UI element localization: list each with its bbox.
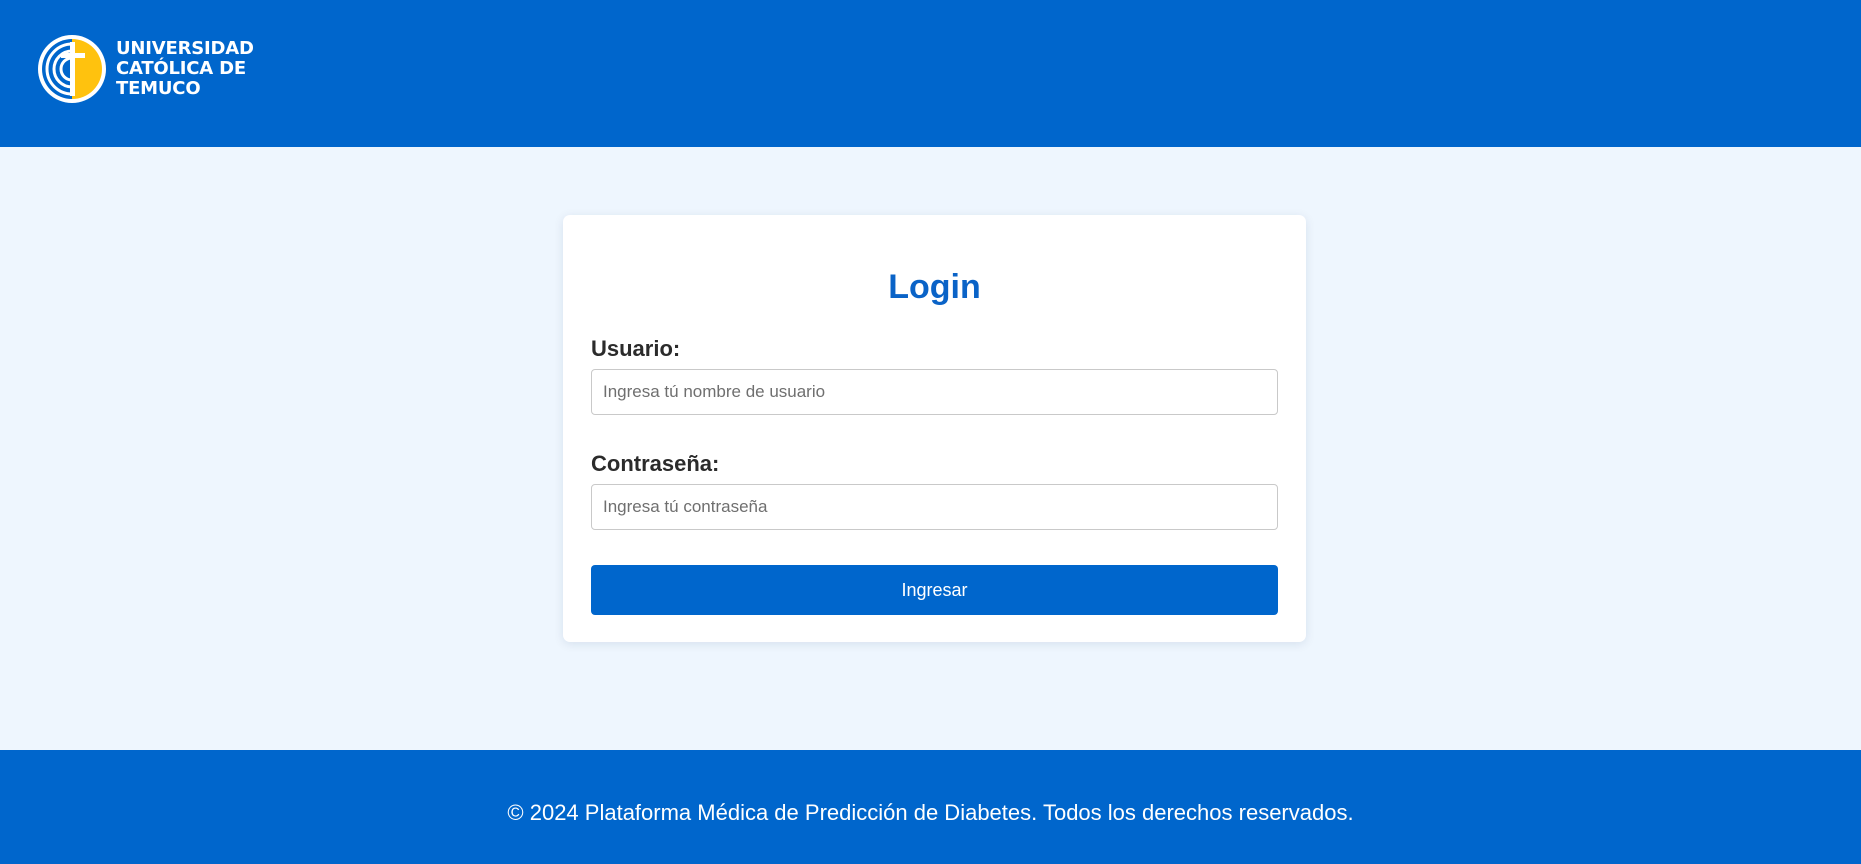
login-submit-button[interactable]: Ingresar xyxy=(591,565,1278,615)
university-name-line-3: TEMUCO xyxy=(116,78,201,99)
university-name-line-1: UNIVERSIDAD xyxy=(116,38,254,59)
login-title: Login xyxy=(888,268,981,306)
username-input[interactable] xyxy=(591,369,1278,415)
login-card: Login Usuario: Contraseña: Ingresar xyxy=(563,215,1306,642)
university-name: UNIVERSIDAD CATÓLICA DE TEMUCO xyxy=(116,39,254,99)
password-input[interactable] xyxy=(591,484,1278,530)
username-label: Usuario: xyxy=(591,336,681,361)
university-name-line-2: CATÓLICA DE xyxy=(116,58,246,79)
site-footer: © 2024 Plataforma Médica de Predicción d… xyxy=(0,750,1861,864)
password-label: Contraseña: xyxy=(591,451,720,476)
site-header: UNIVERSIDAD CATÓLICA DE TEMUCO xyxy=(0,0,1861,147)
university-seal-icon xyxy=(38,35,106,103)
university-logo[interactable]: UNIVERSIDAD CATÓLICA DE TEMUCO xyxy=(37,34,254,104)
footer-copyright: © 2024 Plataforma Médica de Predicción d… xyxy=(507,800,1354,825)
